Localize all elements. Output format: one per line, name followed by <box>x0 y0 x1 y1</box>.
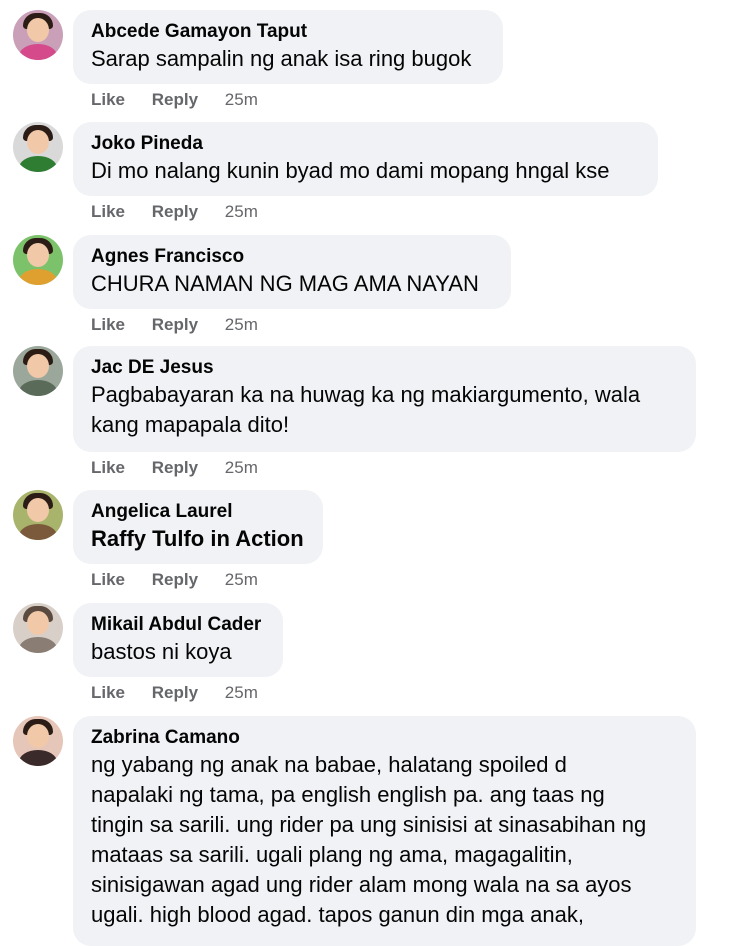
comment-actions: Like Reply 25m <box>91 570 258 590</box>
comment-author[interactable]: Abcede Gamayon Taput <box>91 20 485 44</box>
comment-bubble: Joko Pineda Di mo nalang kunin byad mo d… <box>73 122 658 196</box>
user-avatar[interactable] <box>13 716 63 766</box>
reply-button[interactable]: Reply <box>152 570 198 590</box>
comment-bubble: Mikail Abdul Cader bastos ni koya <box>73 603 283 677</box>
comment-text: Sarap sampalin ng anak isa ring bugok <box>91 46 472 71</box>
comment-text: Raffy Tulfo in Action <box>91 526 304 551</box>
reply-button[interactable]: Reply <box>152 458 198 478</box>
comment-actions: Like Reply 25m <box>91 202 258 222</box>
reply-button[interactable]: Reply <box>152 202 198 222</box>
comment-author[interactable]: Joko Pineda <box>91 132 640 156</box>
comment-timestamp[interactable]: 25m <box>225 570 258 590</box>
comment-bubble: Agnes Francisco CHURA NAMAN NG MAG AMA N… <box>73 235 511 309</box>
like-button[interactable]: Like <box>91 90 125 110</box>
like-button[interactable]: Like <box>91 570 125 590</box>
reply-button[interactable]: Reply <box>152 315 198 335</box>
comment-author[interactable]: Mikail Abdul Cader <box>91 613 265 637</box>
comment-author[interactable]: Zabrina Camano <box>91 726 678 750</box>
comment-timestamp[interactable]: 25m <box>225 90 258 110</box>
user-avatar[interactable] <box>13 235 63 285</box>
comment-text: Di mo nalang kunin byad mo dami mopang h… <box>91 158 610 183</box>
comment-timestamp[interactable]: 25m <box>225 315 258 335</box>
comment-actions: Like Reply 25m <box>91 683 258 703</box>
like-button[interactable]: Like <box>91 458 125 478</box>
comment-bubble: Zabrina Camano ng yabang ng anak na baba… <box>73 716 696 946</box>
comment-bubble: Angelica Laurel Raffy Tulfo in Action <box>73 490 323 564</box>
comment-timestamp[interactable]: 25m <box>225 683 258 703</box>
like-button[interactable]: Like <box>91 202 125 222</box>
reply-button[interactable]: Reply <box>152 90 198 110</box>
comment-actions: Like Reply 25m <box>91 315 258 335</box>
reply-button[interactable]: Reply <box>152 683 198 703</box>
comment-text: bastos ni koya <box>91 639 232 664</box>
user-avatar[interactable] <box>13 346 63 396</box>
comment-text: ng yabang ng anak na babae, halatang spo… <box>91 752 647 927</box>
comment-actions: Like Reply 25m <box>91 90 258 110</box>
comment-text: Pagbabayaran ka na huwag ka ng makiargum… <box>91 382 641 437</box>
user-avatar[interactable] <box>13 490 63 540</box>
like-button[interactable]: Like <box>91 683 125 703</box>
comment-author[interactable]: Angelica Laurel <box>91 500 305 524</box>
comment-thread: Abcede Gamayon Taput Sarap sampalin ng a… <box>0 0 750 946</box>
like-button[interactable]: Like <box>91 315 125 335</box>
comment-author[interactable]: Agnes Francisco <box>91 245 493 269</box>
comment-actions: Like Reply 25m <box>91 458 258 478</box>
comment-bubble: Abcede Gamayon Taput Sarap sampalin ng a… <box>73 10 503 84</box>
comment-timestamp[interactable]: 25m <box>225 202 258 222</box>
comment-author[interactable]: Jac DE Jesus <box>91 356 678 380</box>
user-avatar[interactable] <box>13 603 63 653</box>
comment-timestamp[interactable]: 25m <box>225 458 258 478</box>
user-avatar[interactable] <box>13 10 63 60</box>
comment-bubble: Jac DE Jesus Pagbabayaran ka na huwag ka… <box>73 346 696 452</box>
comment-text: CHURA NAMAN NG MAG AMA NAYAN <box>91 271 479 296</box>
user-avatar[interactable] <box>13 122 63 172</box>
